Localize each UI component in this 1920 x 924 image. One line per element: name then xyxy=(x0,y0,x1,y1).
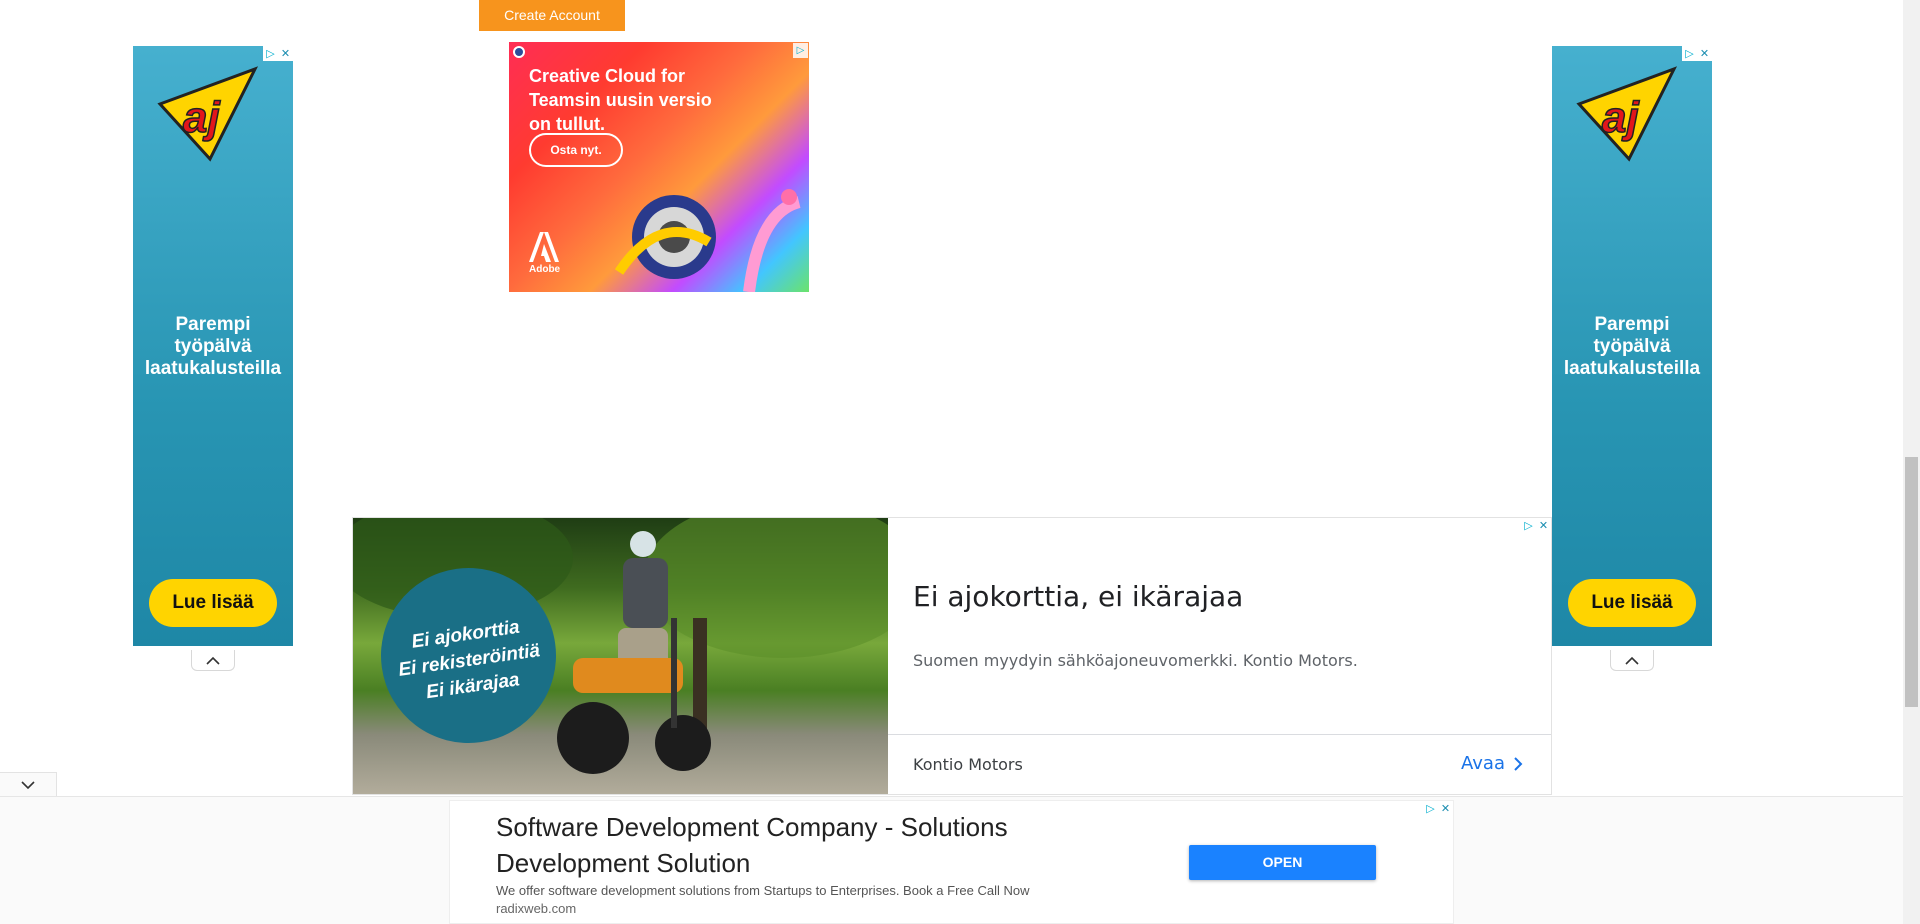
adchoices-icon[interactable]: ▷ xyxy=(793,43,808,58)
radix-headline[interactable]: Software Development Company - Solutions… xyxy=(496,809,1096,881)
right-skyscraper-ad[interactable]: ▷ ✕ aj Parempi työpälvä laatukalusteilla… xyxy=(1552,46,1712,646)
chevron-down-icon xyxy=(21,780,35,789)
adobe-headline: Creative Cloud for Teamsin uusin versio … xyxy=(529,66,712,134)
radix-description: We offer software development solutions … xyxy=(496,883,1030,898)
tagline-line-3: laatukalusteilla xyxy=(1563,358,1701,379)
kontio-motors-ad[interactable]: Ei ajokorttia Ei rekisteröintiä Ei ikära… xyxy=(352,517,1552,795)
svg-text:aj: aj xyxy=(1602,93,1639,142)
ad-controls: ▷ ✕ xyxy=(263,46,293,61)
scooter-photo: Ei ajokorttia Ei rekisteröintiä Ei ikära… xyxy=(353,518,888,794)
chevron-up-icon xyxy=(1625,656,1639,665)
tagline-line-1: Parempi xyxy=(175,314,251,335)
aj-logo: aj xyxy=(1576,66,1678,162)
radix-open-button[interactable]: OPEN xyxy=(1189,845,1376,880)
chevron-up-icon xyxy=(206,656,220,665)
aj-logo: aj xyxy=(157,66,259,162)
adobe-logo: Adobe xyxy=(529,232,563,278)
side-ad-tagline: Parempi työpälvä laatukalusteilla xyxy=(133,314,293,380)
ad-controls: ▷ ✕ xyxy=(1682,46,1712,61)
close-icon[interactable]: ✕ xyxy=(1438,801,1453,816)
privacy-icon[interactable] xyxy=(513,46,525,58)
buy-now-button[interactable]: Osta nyt. xyxy=(529,133,623,167)
kontio-advertiser: Kontio Motors xyxy=(913,755,1023,774)
close-icon[interactable]: ✕ xyxy=(1697,46,1712,61)
adchoices-icon[interactable]: ▷ xyxy=(1682,46,1697,61)
page: Create Account ▷ ✕ aj Parempi työpälvä l… xyxy=(0,0,1920,924)
close-icon[interactable]: ✕ xyxy=(1536,518,1551,533)
adobe-creative-cloud-ad[interactable]: ▷ Creative Cloud for Teamsin uusin versi… xyxy=(509,42,809,292)
ad-controls: ▷ ✕ xyxy=(1521,518,1551,533)
tagline-line-3: laatukalusteilla xyxy=(144,358,282,379)
left-skyscraper-ad[interactable]: ▷ ✕ aj Parempi työpälvä laatukalusteilla… xyxy=(133,46,293,646)
chevron-right-icon xyxy=(1514,756,1523,771)
kontio-footer: Kontio Motors Avaa xyxy=(888,734,1551,794)
close-icon[interactable]: ✕ xyxy=(278,46,293,61)
adchoices-icon[interactable]: ▷ xyxy=(263,46,278,61)
vertical-scrollbar[interactable] xyxy=(1903,0,1920,924)
ad-controls: ▷ ✕ xyxy=(1423,801,1453,816)
kontio-headline[interactable]: Ei ajokorttia, ei ikärajaa xyxy=(913,580,1243,613)
radixweb-ad[interactable]: ▷ ✕ Software Development Company - Solut… xyxy=(449,800,1454,924)
bottom-ad-toggle-button[interactable] xyxy=(0,772,57,797)
collapse-right-ad-button[interactable] xyxy=(1610,650,1654,671)
adchoices-icon[interactable]: ▷ xyxy=(1521,518,1536,533)
scrollbar-thumb[interactable] xyxy=(1905,457,1918,707)
side-ad-tagline: Parempi työpälvä laatukalusteilla xyxy=(1552,314,1712,380)
read-more-button[interactable]: Lue lisää xyxy=(1568,579,1696,627)
create-account-button[interactable]: Create Account xyxy=(479,0,625,31)
svg-text:aj: aj xyxy=(183,93,220,142)
kontio-open-button[interactable]: Avaa xyxy=(1461,753,1523,774)
radix-url: radixweb.com xyxy=(496,901,577,916)
creative-artwork xyxy=(614,189,801,292)
adobe-brand: Adobe xyxy=(529,264,561,275)
adchoices-icon[interactable]: ▷ xyxy=(1423,801,1438,816)
collapse-left-ad-button[interactable] xyxy=(191,650,235,671)
read-more-button[interactable]: Lue lisää xyxy=(149,579,277,627)
tagline-line-2: työpälvä xyxy=(174,336,252,357)
tagline-line-1: Parempi xyxy=(1594,314,1670,335)
tagline-line-2: työpälvä xyxy=(1593,336,1671,357)
open-label: Avaa xyxy=(1461,753,1505,774)
kontio-description: Suomen myydyin sähköajoneuvomerkki. Kont… xyxy=(913,651,1358,670)
